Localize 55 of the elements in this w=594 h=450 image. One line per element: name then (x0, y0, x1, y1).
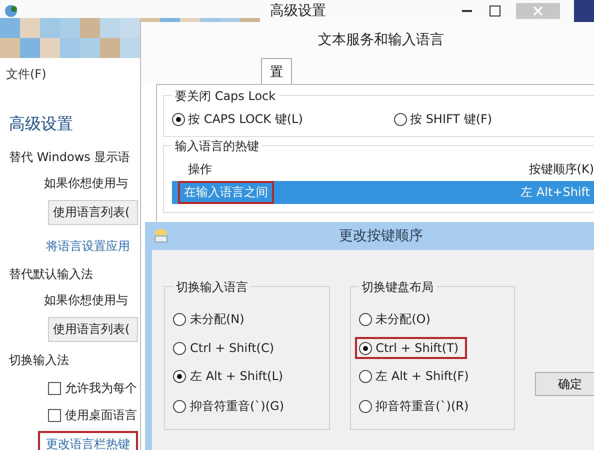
ok-button[interactable]: 确定 (535, 372, 594, 396)
radio-option[interactable]: 未分配(N) (171, 309, 250, 330)
settings-link[interactable]: 更改语言栏热键 (40, 433, 136, 450)
radio-option[interactable]: Ctrl + Shift(T) (356, 339, 465, 357)
radio-button[interactable] (358, 313, 372, 326)
radio-button[interactable] (394, 113, 407, 126)
checkbox[interactable] (48, 382, 61, 395)
checkbox[interactable] (48, 409, 61, 422)
radio-option[interactable]: 未分配(O) (356, 309, 436, 330)
section-title: 切换输入法 (8, 352, 70, 369)
radio-label: 按 SHIFT 键(F) (410, 111, 492, 128)
radio-button[interactable] (173, 342, 186, 354)
maximize-button[interactable] (488, 4, 502, 18)
group-title: 切换输入语言 (173, 279, 251, 296)
radio-button[interactable] (358, 342, 372, 354)
background-window-edge (574, 0, 594, 22)
checkbox-label: 使用桌面语言 (65, 407, 137, 424)
page-heading: 高级设置 (8, 113, 74, 135)
column-header: 操作 (188, 161, 212, 178)
radio-option[interactable]: 抑音符重音(`)(G) (171, 396, 290, 417)
section-title: 替代默认输入法 (8, 266, 94, 283)
keyboard-icon (153, 229, 169, 243)
window-title: 高级设置 (270, 2, 326, 20)
table-cell: 在输入语言之间 (180, 183, 272, 202)
radio-option[interactable]: 左 Alt + Shift(L) (171, 366, 290, 387)
column-header: 按键顺序(K) (528, 161, 594, 178)
description-text: 如果你想使用与 (43, 292, 129, 309)
radio-option[interactable]: 抑音符重音(`)(R) (356, 396, 475, 417)
group-title: 输入语言的热键 (172, 138, 262, 155)
radio-button[interactable] (358, 400, 372, 413)
group-title: 要关闭 Caps Lock (172, 88, 279, 105)
menu-item[interactable]: 文件(F) (6, 66, 46, 83)
radio-button[interactable] (172, 113, 185, 126)
radio-button[interactable] (173, 370, 186, 383)
checkbox-label: 允许我为每个 (65, 380, 137, 397)
app-icon (4, 3, 20, 19)
dialog-title: 更改按键顺序 (339, 227, 423, 245)
group-title: 切换键盘布局 (358, 279, 437, 296)
window-title: 文本服务和输入语言 (141, 22, 594, 58)
language-dropdown[interactable]: 使用语言列表( (48, 317, 138, 342)
radio-button[interactable] (173, 313, 186, 326)
minimize-icon (462, 10, 472, 12)
radio-label: 按 CAPS LOCK 键(L) (188, 111, 303, 128)
table-cell-text: 左 Alt+Shift (520, 184, 591, 201)
close-icon (533, 6, 543, 16)
settings-link[interactable]: 将语言设置应用 (40, 235, 136, 258)
language-dropdown[interactable]: 使用语言列表( (48, 200, 138, 225)
description-text: 如果你想使用与 (43, 175, 129, 192)
radio-option[interactable]: 左 Alt + Shift(F) (356, 366, 475, 387)
maximize-icon (489, 5, 501, 17)
radio-option[interactable]: Ctrl + Shift(C) (171, 339, 280, 357)
tab[interactable]: 置 (261, 58, 292, 84)
section-title: 替代 Windows 显示语 (8, 149, 132, 166)
radio-button[interactable] (173, 400, 186, 413)
radio-button[interactable] (358, 370, 372, 383)
